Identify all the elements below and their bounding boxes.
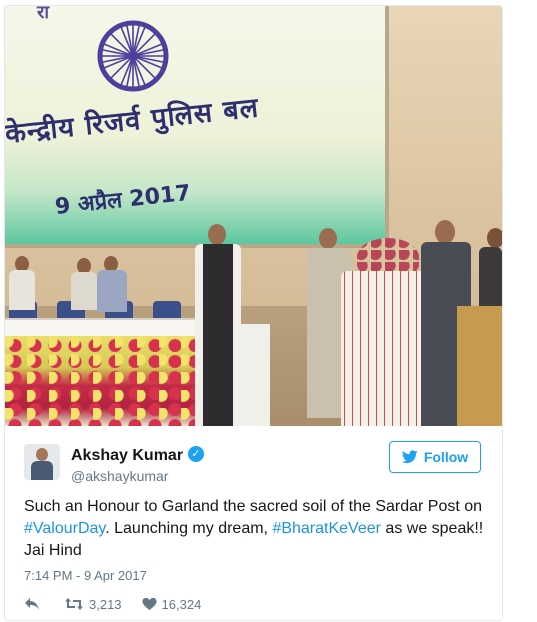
screen-top-text: रा <box>37 6 50 22</box>
tweet-text-part: . Launching my dream, <box>105 520 273 537</box>
twitter-bird-icon <box>401 450 418 464</box>
retweet-action[interactable]: 3,213 <box>64 597 122 612</box>
flower-bed <box>5 336 213 426</box>
like-count: 16,324 <box>161 596 202 612</box>
tweet-timestamp[interactable]: 7:14 PM - 9 Apr 2017 <box>24 568 147 583</box>
follow-label: Follow <box>423 449 469 465</box>
tweet-text: Such an Honour to Garland the sacred soi… <box>24 496 484 562</box>
avatar[interactable] <box>24 444 60 480</box>
ashoka-chakra-icon <box>97 20 169 92</box>
author-handle[interactable]: @akshaykumar <box>71 468 168 484</box>
reply-action[interactable] <box>24 597 40 611</box>
verified-badge-icon: ✓ <box>188 446 204 462</box>
like-action[interactable]: 16,324 <box>142 596 202 612</box>
reply-icon <box>25 598 39 610</box>
hashtag-valourday[interactable]: #ValourDay <box>24 520 105 537</box>
screen-date-text: 9 अप्रैल 2017 <box>53 180 192 220</box>
heart-icon <box>142 597 157 611</box>
tweet-text-part: Such an Honour to Garland the sacred soi… <box>24 498 483 515</box>
tweet-actions: 3,213 16,324 <box>24 596 201 612</box>
tweet-body: Akshay Kumar ✓ @akshaykumar Follow Such … <box>5 426 502 620</box>
lectern <box>457 306 502 426</box>
hashtag-bharatkeveer[interactable]: #BharatKeVeer <box>272 520 381 537</box>
stage-screen: रा केन्द्रीय रिजर्व पुलिस बल 9 अप्रैल 20… <box>5 6 389 248</box>
follow-button[interactable]: Follow <box>389 441 481 473</box>
retweet-count: 3,213 <box>89 596 122 612</box>
tweet-card: रा केन्द्रीय रिजर्व पुलिस बल 9 अप्रैल 20… <box>4 5 503 621</box>
author-name[interactable]: Akshay Kumar <box>71 447 183 465</box>
tweet-photo[interactable]: रा केन्द्रीय रिजर्व पुलिस बल 9 अप्रैल 20… <box>5 6 502 426</box>
screen-title-text: केन्द्रीय रिजर्व पुलिस बल <box>5 92 261 150</box>
retweet-icon <box>65 598 83 610</box>
